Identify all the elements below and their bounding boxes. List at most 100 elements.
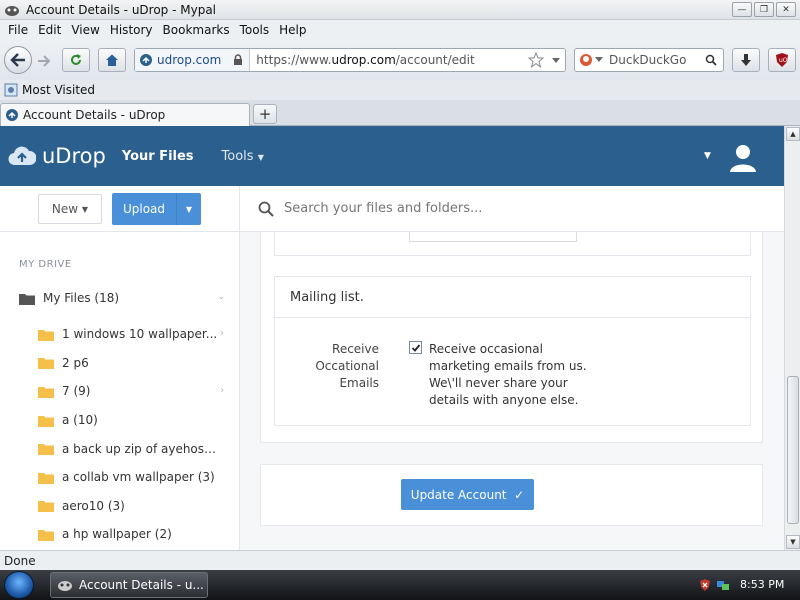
- folder-label: 2 p6: [62, 355, 89, 370]
- search-engine-dropdown-icon[interactable]: [595, 57, 603, 63]
- folder-icon: [38, 329, 54, 341]
- taskbar-window-item[interactable]: Account Details - u...: [50, 572, 208, 598]
- search-engine-placeholder: DuckDuckGo: [609, 53, 687, 67]
- cloud-upload-icon: [8, 146, 36, 166]
- tree-my-files[interactable]: My Files (18) ⌄: [19, 291, 229, 305]
- address-bar[interactable]: udrop.com https://www.udrop.com/account/…: [134, 48, 566, 72]
- user-avatar-icon[interactable]: [728, 142, 758, 172]
- search-magnifier-icon[interactable]: [705, 54, 717, 66]
- folder-icon: [38, 501, 54, 513]
- back-arrow-icon: [10, 53, 25, 67]
- sidebar-actions: New ▼ Upload ▼: [0, 186, 239, 232]
- language-select-fragment[interactable]: [409, 232, 577, 242]
- folder-icon: [38, 472, 54, 484]
- scroll-up-icon[interactable]: ▲: [786, 127, 800, 141]
- upload-caret-icon[interactable]: ▼: [176, 193, 201, 225]
- folder-label: a collab vm wallpaper (3): [62, 470, 215, 485]
- folder-icon: [38, 415, 54, 427]
- brand-logo[interactable]: uDrop: [8, 144, 106, 168]
- folder-icon: [38, 444, 54, 456]
- folder-item[interactable]: aero10 (3): [38, 492, 230, 521]
- url-dropdown-icon[interactable]: [551, 57, 561, 65]
- ublock-button[interactable]: uO: [768, 48, 796, 72]
- brand-name: uDrop: [42, 144, 106, 168]
- nav-your-files[interactable]: Your Files: [122, 149, 194, 164]
- close-window-button[interactable]: ✕: [776, 2, 796, 17]
- web-page: uDrop Your Files Tools ▼ ▼ New ▼ Upload …: [0, 126, 784, 550]
- check-icon: ✓: [514, 487, 525, 502]
- svg-text:uO: uO: [779, 57, 788, 64]
- menu-bookmarks[interactable]: Bookmarks: [163, 23, 230, 37]
- receive-emails-label: Receive Occational Emails: [315, 342, 379, 390]
- menu-help[interactable]: Help: [279, 23, 306, 37]
- mypal-app-icon: [5, 5, 19, 16]
- minimize-button[interactable]: —: [732, 2, 752, 17]
- receive-emails-checkbox[interactable]: [409, 341, 422, 354]
- chevron-right-icon[interactable]: ›: [220, 328, 224, 339]
- folder-item[interactable]: a collab vm wallpaper (3): [38, 463, 230, 492]
- window-title: Account Details - uDrop - Mypal: [26, 2, 217, 17]
- lock-icon: [234, 54, 243, 65]
- menu-tools[interactable]: Tools: [240, 23, 270, 37]
- folder-item[interactable]: 1 windows 10 wallpaper... ›: [38, 320, 230, 349]
- menu-edit[interactable]: Edit: [38, 23, 61, 37]
- menu-view[interactable]: View: [71, 23, 99, 37]
- user-menu-caret-icon[interactable]: ▼: [704, 151, 711, 161]
- tab-account-details[interactable]: Account Details - uDrop: [0, 103, 250, 126]
- folder-item[interactable]: a back up zip of ayehosti...: [38, 434, 230, 463]
- back-button[interactable]: [4, 46, 32, 74]
- bookmark-star-icon[interactable]: [528, 52, 544, 68]
- upload-button[interactable]: Upload ▼: [112, 193, 201, 225]
- tray-clock[interactable]: 8:53 PM: [740, 578, 784, 591]
- mypal-task-icon: [58, 581, 72, 591]
- scroll-thumb[interactable]: [787, 376, 799, 524]
- site-identity[interactable]: udrop.com: [135, 49, 251, 71]
- new-tab-button[interactable]: +: [253, 104, 277, 124]
- folder-list: 1 windows 10 wallpaper... › 2 p6 7 (9) ›…: [38, 320, 230, 549]
- chevron-right-icon[interactable]: ›: [220, 385, 224, 396]
- home-button[interactable]: [98, 48, 126, 72]
- udrop-favicon-icon: [140, 54, 152, 66]
- new-button[interactable]: New ▼: [38, 194, 102, 224]
- scroll-down-icon[interactable]: ▼: [786, 535, 800, 549]
- tab-strip: Account Details - uDrop +: [0, 100, 800, 126]
- reload-button[interactable]: [62, 48, 90, 72]
- nav-tools[interactable]: Tools ▼: [222, 149, 264, 164]
- folder-label: aero10 (3): [62, 498, 125, 513]
- folder-item[interactable]: a hp wallpaper (2): [38, 520, 230, 549]
- bookmark-most-visited[interactable]: Most Visited: [22, 83, 95, 97]
- folder-dark-icon: [19, 293, 35, 305]
- bookmarks-toolbar: Most Visited: [0, 80, 800, 100]
- folder-item[interactable]: a (10): [38, 406, 230, 435]
- page-scrollbar[interactable]: ▲ ▼: [784, 126, 800, 550]
- forward-arrow-icon: [38, 55, 51, 67]
- file-search-input[interactable]: [284, 201, 684, 216]
- network-tray-icon[interactable]: [716, 578, 730, 592]
- url-text: https://www.udrop.com/account/edit: [256, 53, 475, 67]
- status-text: Done: [4, 553, 36, 568]
- reload-icon: [71, 54, 81, 65]
- download-arrow-icon: [741, 54, 751, 66]
- folder-item[interactable]: 7 (9) ›: [38, 377, 230, 406]
- restore-button[interactable]: ❐: [754, 2, 774, 17]
- web-search-box[interactable]: DuckDuckGo: [574, 48, 724, 72]
- folder-icon: [38, 358, 54, 370]
- upload-label: Upload: [122, 202, 166, 216]
- search-icon: [258, 201, 274, 217]
- menu-bar: File Edit View History Bookmarks Tools H…: [0, 20, 800, 40]
- security-tray-icon[interactable]: [698, 578, 712, 592]
- main-content: Mailing list. Receive Occational Emails …: [240, 186, 784, 550]
- folder-item[interactable]: 2 p6: [38, 349, 230, 378]
- tree-root-label: My Files (18): [43, 291, 120, 305]
- navigation-toolbar: udrop.com https://www.udrop.com/account/…: [0, 40, 800, 80]
- new-caret-icon: ▼: [81, 204, 89, 214]
- menu-file[interactable]: File: [8, 23, 28, 37]
- start-button[interactable]: [4, 571, 34, 599]
- chevron-down-icon[interactable]: ⌄: [217, 292, 225, 302]
- folder-label: a back up zip of ayehosti...: [62, 441, 220, 456]
- forward-button[interactable]: [34, 52, 54, 70]
- update-account-button[interactable]: Update Account ✓: [401, 479, 534, 510]
- tab-favicon-icon: [6, 109, 18, 121]
- menu-history[interactable]: History: [110, 23, 153, 37]
- downloads-button[interactable]: [732, 48, 760, 72]
